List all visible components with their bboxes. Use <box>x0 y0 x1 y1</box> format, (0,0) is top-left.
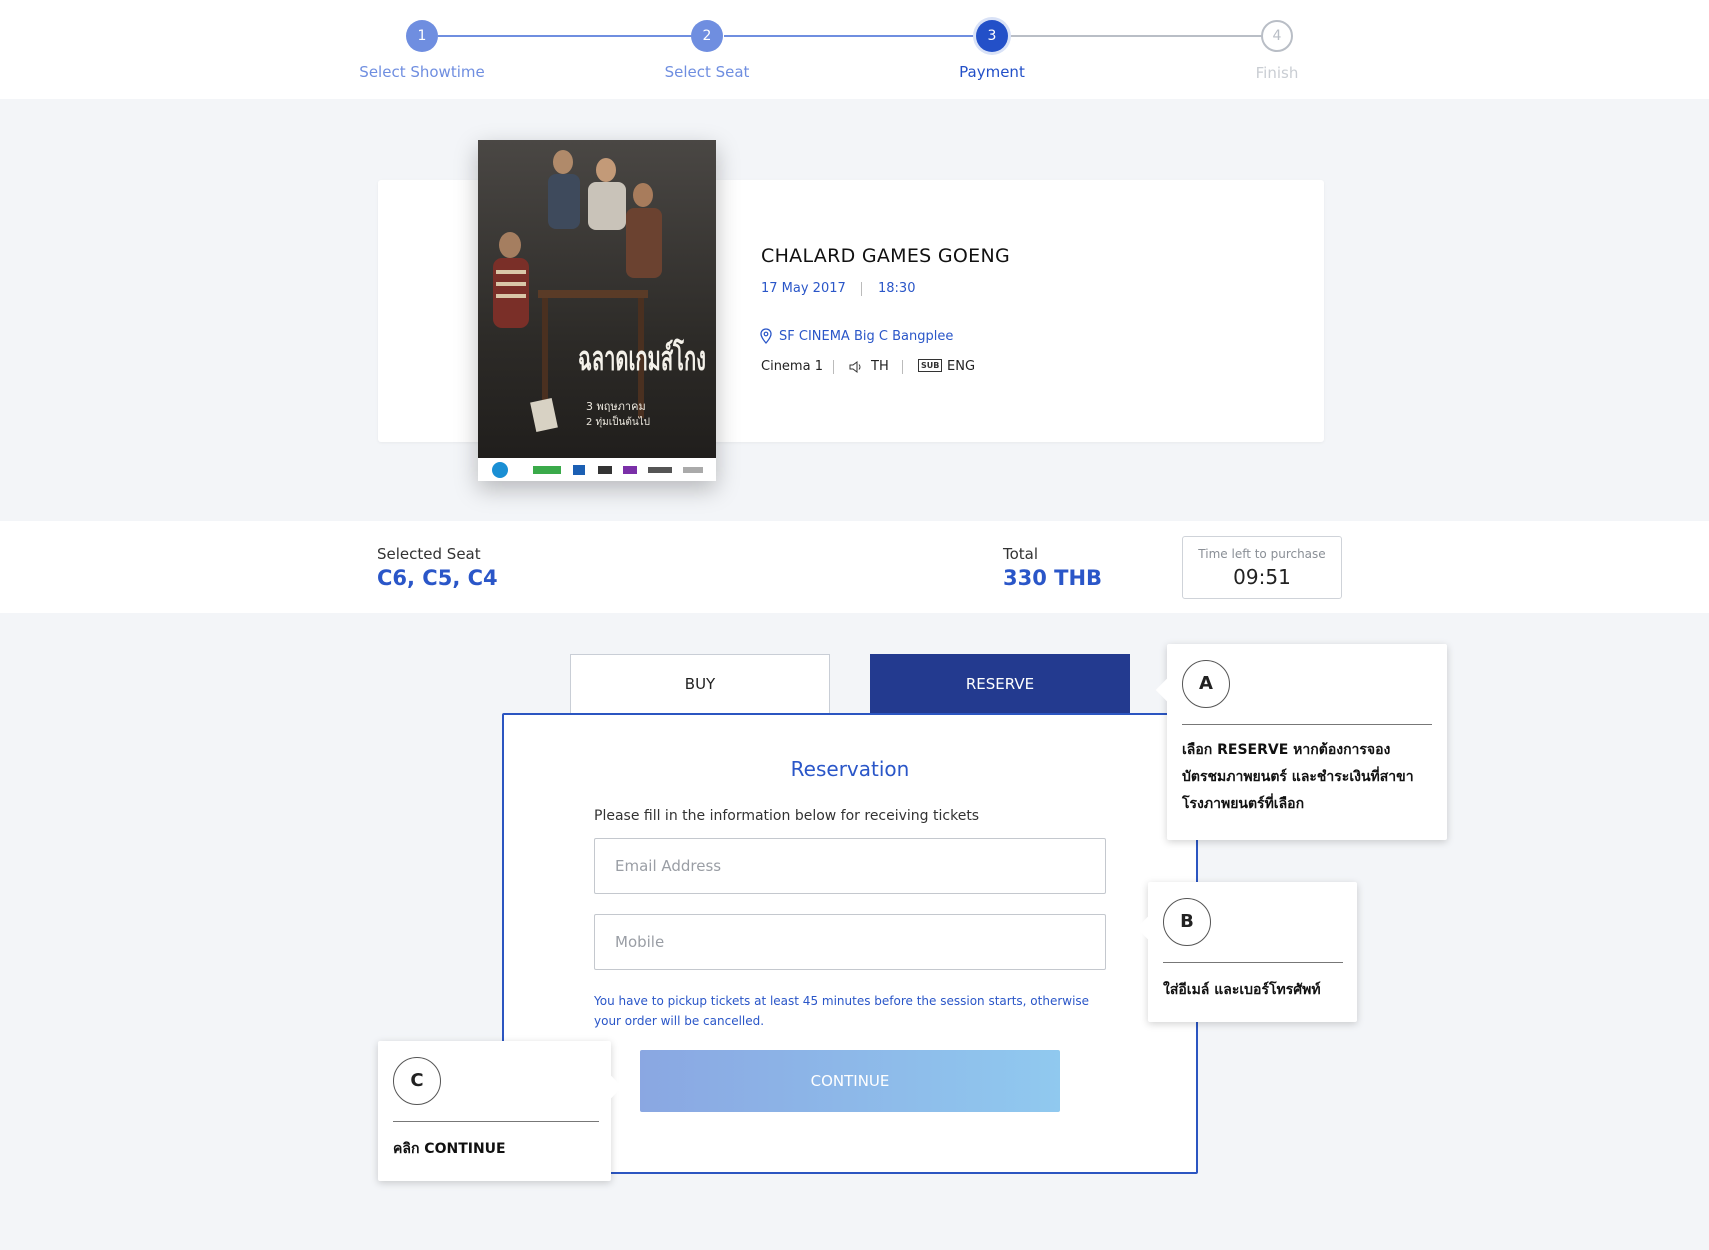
movie-poster: ฉลาดเกมส์โกง 3 พฤษภาคม 2 ทุ่มเป็นต้นไป <box>478 140 716 481</box>
callout-c-text: คลิก CONTINUE <box>393 1141 506 1157</box>
selected-seats-value: C6, C5, C4 <box>377 566 498 590</box>
callout-c-badge: C <box>393 1057 441 1105</box>
step-1-label[interactable]: Select Showtime <box>322 63 522 81</box>
date-time-separator <box>861 282 862 296</box>
callout-a-pointer <box>1155 678 1179 702</box>
callout-b: B ใส่อีเมล์ และเบอร์โทรศัพท์ <box>1136 882 1357 1022</box>
mobile-field[interactable] <box>594 914 1106 970</box>
step-3-label: Payment <box>959 63 1025 81</box>
poster-artwork: ฉลาดเกมส์โกง 3 พฤษภาคม 2 ทุ่มเป็นต้นไป <box>478 140 716 481</box>
callout-a-line-1: เลือก RESERVE หากต้องการจอง <box>1182 742 1391 758</box>
step-4-circle: 4 <box>1261 20 1293 52</box>
continue-button[interactable]: CONTINUE <box>640 1050 1060 1112</box>
audio-language: TH <box>871 359 889 374</box>
map-pin-icon <box>760 328 772 344</box>
speaker-icon <box>849 359 863 373</box>
audio-separator <box>902 360 903 374</box>
total-label: Total <box>1003 545 1039 563</box>
callout-b-text: ใส่อีเมล์ และเบอร์โทรศัพท์ <box>1163 982 1321 998</box>
callout-b-badge: B <box>1163 898 1211 946</box>
callout-c: C คลิก CONTINUE <box>378 1041 623 1181</box>
step-3-circle: 3 <box>976 20 1008 52</box>
callout-a-line-2: บัตรชมภาพยนตร์ และชำระเงินที่สาขา <box>1182 769 1414 785</box>
subtitle-language: ENG <box>947 359 976 374</box>
purchase-timer: Time left to purchase 09:51 <box>1182 536 1342 599</box>
pickup-notice-line-1: You have to pickup tickets at least 45 m… <box>594 994 1090 1008</box>
callout-a-line-3: โรงภาพยนตร์ที่เลือก <box>1182 796 1305 812</box>
total-value: 330 THB <box>1003 566 1103 590</box>
poster-tagline: 2 ทุ่มเป็นต้นไป <box>586 414 650 428</box>
callout-c-divider <box>393 1121 599 1122</box>
movie-title: CHALARD GAMES GOENG <box>761 245 1010 267</box>
sub-badge-icon: SUB <box>918 359 943 372</box>
poster-title: ฉลาดเกมส์โกง <box>578 338 706 379</box>
cinema-hall: Cinema 1 <box>761 359 823 374</box>
step-2-label[interactable]: Select Seat <box>607 63 807 81</box>
callout-a-badge: A <box>1182 660 1230 708</box>
cinema-name-link[interactable]: SF CINEMA Big C Bangplee <box>779 329 953 344</box>
poster-date: 3 พฤษภาคม <box>586 400 646 413</box>
show-time: 18:30 <box>878 281 916 296</box>
pickup-notice: You have to pickup tickets at least 45 m… <box>594 991 1114 1031</box>
callout-a-text: เลือก RESERVE หากต้องการจอง บัตรชมภาพยนต… <box>1182 737 1440 818</box>
callout-a-divider <box>1182 724 1432 725</box>
step-connector-1 <box>438 35 708 37</box>
reservation-heading: Reservation <box>790 757 910 781</box>
step-1-circle[interactable]: 1 <box>406 20 438 52</box>
booking-summary-bar <box>0 521 1709 613</box>
form-instructions: Please fill in the information below for… <box>594 808 980 824</box>
tab-reserve[interactable]: RESERVE <box>870 654 1130 714</box>
callout-b-divider <box>1163 962 1343 963</box>
callout-a: A เลือก RESERVE หากต้องการจอง บัตรชมภาพย… <box>1155 644 1447 840</box>
tab-buy[interactable]: BUY <box>570 654 830 714</box>
step-connector-2 <box>724 35 994 37</box>
timer-value: 09:51 <box>1233 565 1291 589</box>
pickup-notice-line-2: your order will be cancelled. <box>594 1014 765 1028</box>
timer-label: Time left to purchase <box>1198 547 1326 561</box>
show-date: 17 May 2017 <box>761 281 846 296</box>
step-connector-3 <box>1009 35 1279 37</box>
progress-stepper: 1 2 3 4 Select Showtime Select Seat Paym… <box>0 0 1709 99</box>
email-field[interactable] <box>594 838 1106 894</box>
hall-separator <box>833 360 834 374</box>
selected-seat-label: Selected Seat <box>377 545 481 563</box>
step-4-label: Finish <box>1255 64 1299 82</box>
step-2-circle[interactable]: 2 <box>691 20 723 52</box>
